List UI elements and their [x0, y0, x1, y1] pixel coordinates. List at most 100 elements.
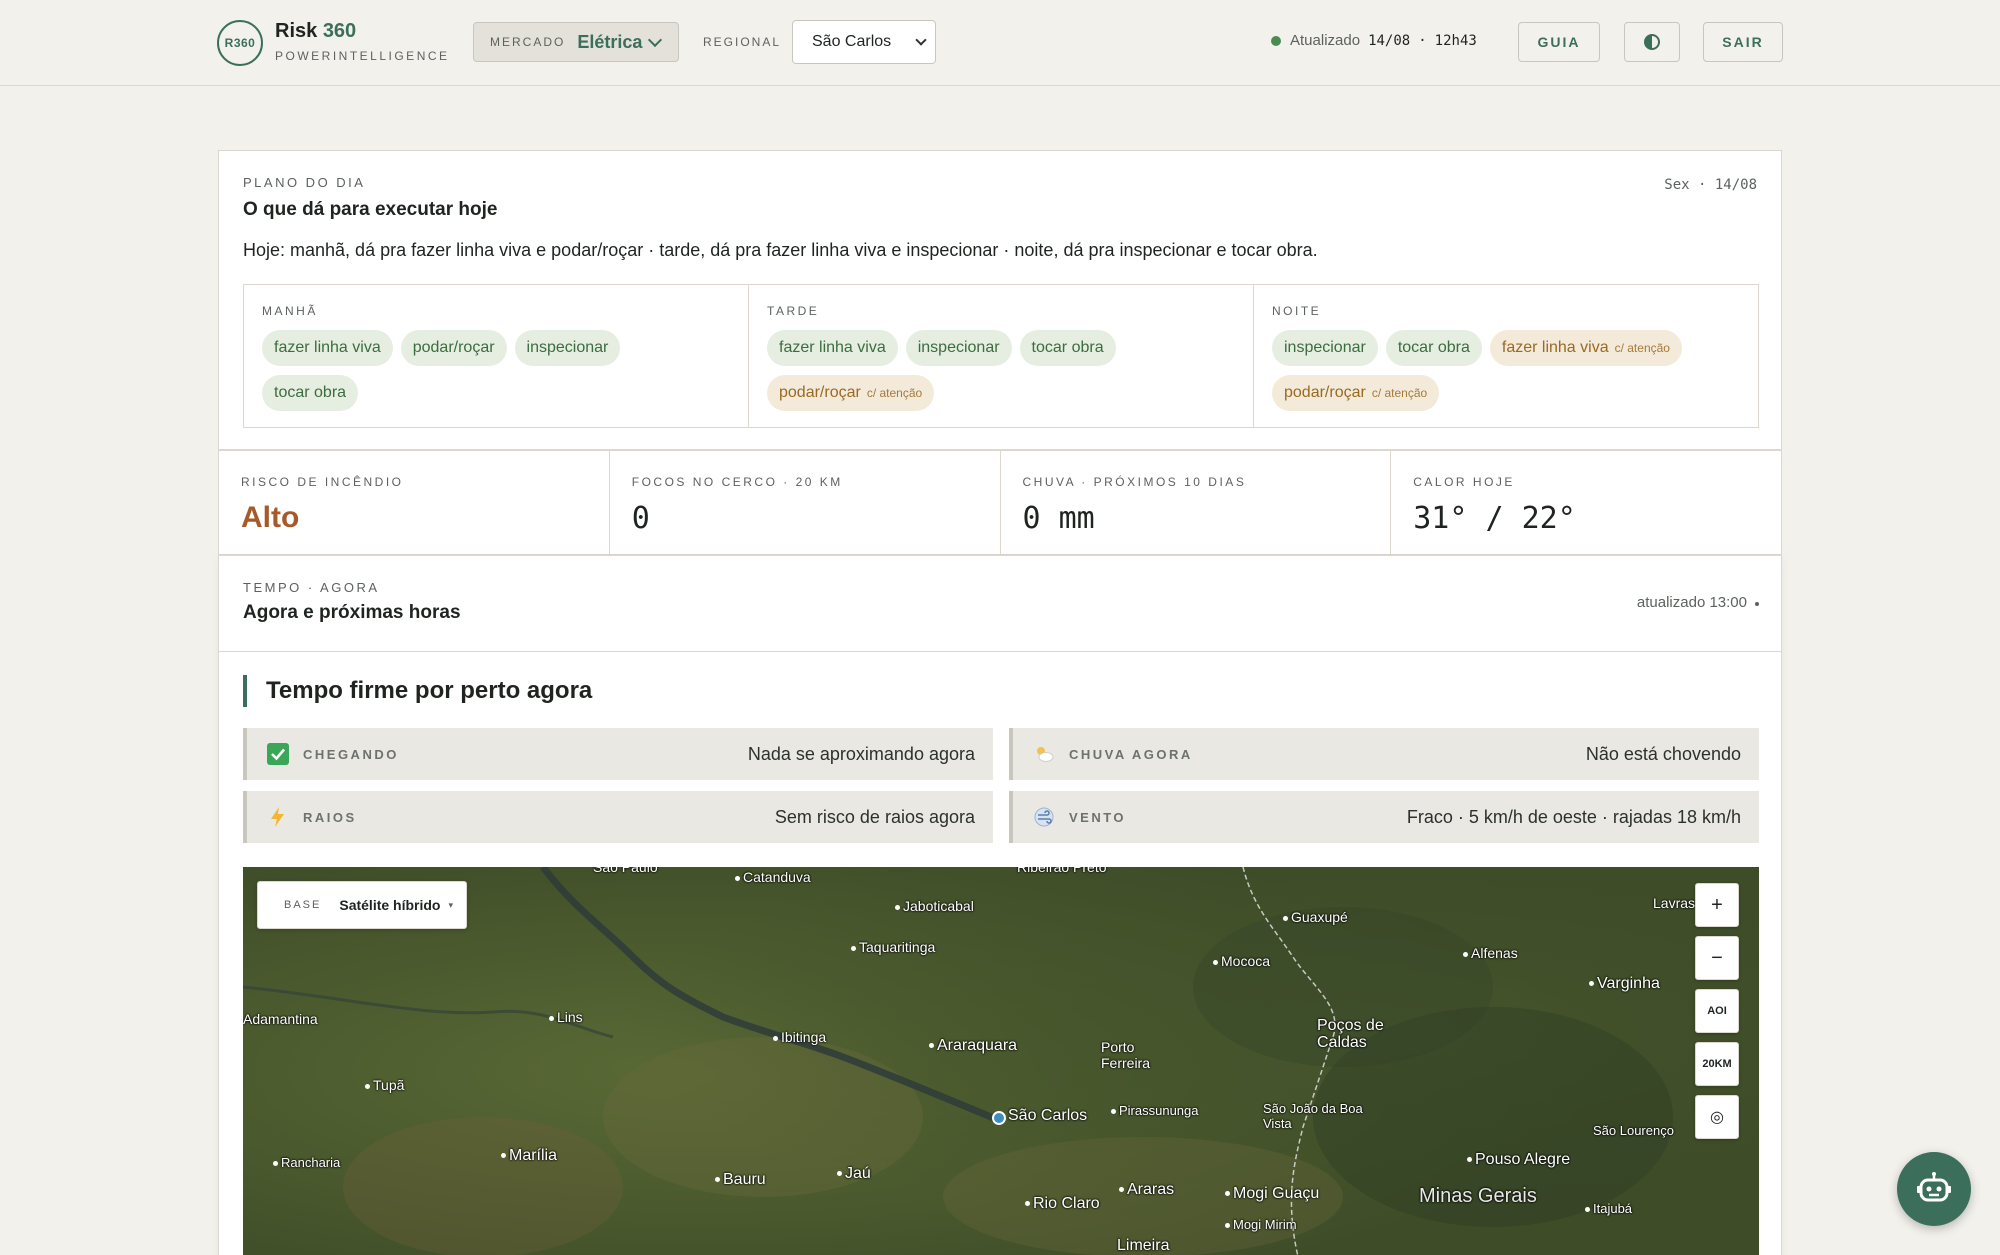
period-morning: MANHÃ fazer linha viva podar/roçar inspe… [244, 285, 749, 427]
map-point-icon [1025, 1201, 1030, 1207]
map-point-icon [1225, 1191, 1230, 1197]
plan-eyebrow: PLANO DO DIA [243, 175, 366, 190]
map-label: Ranchariа [273, 1155, 340, 1170]
map-region-label: Minas Gerais [1419, 1185, 1537, 1207]
map-point-icon [1463, 951, 1468, 957]
chevron-down-icon [648, 32, 663, 47]
plan-periods: MANHÃ fazer linha viva podar/roçar inspe… [243, 284, 1759, 428]
guide-button[interactable]: GUIA [1518, 22, 1600, 62]
contrast-icon [1644, 34, 1660, 50]
period-label: NOITE [1272, 304, 1322, 318]
map-label: Poços de Caldas [1317, 1017, 1384, 1051]
map-point-icon [1467, 1157, 1472, 1163]
activity-chip-warning: podar/roçar c/ atenção [1272, 375, 1440, 411]
condition-value: Fraco · 5 km/h de oeste · rajadas 18 km/… [1406, 806, 1741, 827]
assistant-button[interactable] [1897, 1152, 1971, 1226]
condition-value: Sem risco de raios agora [774, 806, 975, 827]
stat-fire-risk: RISCO DE INCÊNDIO Alto [219, 451, 610, 554]
stat-label: FOCOS NO CERCO · 20 KM [631, 475, 843, 489]
map-point-icon [1213, 959, 1218, 965]
activity-chip-warning: podar/roçar c/ atenção [767, 375, 935, 411]
cloud-sun-icon [1033, 743, 1055, 765]
map-label-text: Mococa [1221, 953, 1271, 969]
map-label: Mococa [1213, 953, 1270, 969]
regional-select[interactable]: São Carlos [792, 20, 936, 64]
stat-value: 0 [631, 501, 650, 536]
map-label: Lavras [1653, 895, 1696, 911]
map-label-text: Araras [1127, 1181, 1175, 1198]
aoi-button[interactable]: AOI [1695, 989, 1739, 1033]
chip-text: podar/roçar [779, 384, 861, 401]
updated-separator: · [1418, 32, 1427, 49]
locate-button[interactable]: ◎ [1695, 1095, 1739, 1139]
map-label: Lins [549, 1009, 583, 1025]
plan-date: Sex · 14/08 [1664, 177, 1757, 193]
map-label-text: Catanduva [743, 869, 811, 885]
brand-name: Risk [275, 20, 318, 42]
radius-20km-button[interactable]: 20KM [1695, 1042, 1739, 1086]
map-label: Pouso Alegre [1467, 1151, 1570, 1169]
base-value: Satélite híbrido [339, 897, 441, 913]
map-label: Rio Claro [1025, 1195, 1100, 1213]
activity-chip: fazer linha viva [767, 330, 898, 366]
wind-icon [1033, 806, 1055, 828]
zoom-in-button[interactable]: + [1695, 883, 1739, 927]
stat-label: CALOR HOJE [1413, 475, 1515, 489]
map-label: Tupã [365, 1077, 404, 1093]
regional-label: REGIONAL [703, 35, 782, 49]
home-location-marker[interactable] [992, 1111, 1006, 1125]
mercado-dropdown[interactable]: MERCADO Elétrica [473, 22, 679, 62]
weather-card-header[interactable]: TEMPO · AGORA Agora e próximas horas atu… [219, 556, 1781, 652]
activity-chip: tocar obra [262, 375, 359, 411]
logout-button[interactable]: SAIR [1703, 22, 1783, 62]
condition-wind: VENTO Fraco · 5 km/h de oeste · rajadas … [1009, 791, 1759, 843]
map-label-text: Lins [557, 1009, 583, 1025]
mercado-value: Elétrica [577, 31, 643, 52]
condition-label: CHUVA AGORA [1069, 746, 1193, 762]
period-label: MANHÃ [262, 304, 318, 318]
chevron-down-icon [915, 34, 927, 46]
map-label: Varginha [1589, 975, 1660, 993]
map-label: Araraquara [929, 1037, 1017, 1055]
activity-chip: tocar obra [1385, 330, 1482, 366]
check-icon [267, 743, 289, 765]
map-label: Catanduva [735, 869, 811, 885]
stat-label: RISCO DE INCÊNDIO [241, 475, 404, 489]
regional-value: São Carlos [812, 33, 892, 50]
activity-chip: inspecionar [905, 330, 1012, 366]
activity-chip: inspecionar [514, 330, 621, 366]
map-point-icon [1585, 1207, 1590, 1213]
map-label-text: Pouso Alegre [1475, 1151, 1571, 1168]
map-label-text: Bauru [723, 1171, 766, 1188]
map-label: Limeira [1117, 1237, 1170, 1254]
map-point-icon [929, 1043, 934, 1049]
condition-rain-now: CHUVA AGORA Não está chovendo [1009, 728, 1759, 780]
mercado-label: MERCADO [490, 35, 566, 49]
zoom-out-button[interactable]: − [1695, 936, 1739, 980]
stat-value: Alto [241, 501, 300, 534]
logo-badge[interactable]: R360 [217, 20, 263, 66]
plan-title: O que dá para executar hoje [243, 199, 498, 220]
map-base-selector[interactable]: BASE Satélite híbrido ▾ [257, 881, 467, 929]
map-label-text: Araraquara [937, 1037, 1018, 1054]
condition-label: CHEGANDO [303, 746, 399, 762]
period-label: TARDE [767, 304, 820, 318]
map-label-text: Jaú [845, 1165, 871, 1182]
chip-list: fazer linha viva podar/roçar inspecionar… [262, 330, 730, 420]
map-label-text: Pirassununga [1119, 1103, 1199, 1118]
brand-number: 360 [322, 20, 357, 42]
satellite-map[interactable]: São Paulo Catanduva Ribeirão Preto Jabot… [243, 867, 1759, 1255]
map-label-text: Mogi Mirim [1233, 1217, 1297, 1232]
theme-toggle-button[interactable] [1624, 22, 1680, 62]
activity-chip-warning: fazer linha viva c/ atenção [1489, 330, 1682, 366]
plan-summary: Hoje: manhã, dá pra fazer linha viva e p… [243, 240, 1318, 260]
map-label: Alfenas [1463, 945, 1518, 961]
map-label: Adamantina [243, 1011, 318, 1027]
stat-value: 0 mm [1022, 501, 1095, 536]
map-point-icon [501, 1153, 506, 1159]
attention-note: c/ atenção [866, 386, 923, 400]
map-label-text: Varginha [1597, 975, 1660, 992]
activity-chip: tocar obra [1019, 330, 1116, 366]
caret-icon [1755, 602, 1759, 606]
weather-eyebrow: TEMPO · AGORA [243, 580, 380, 595]
